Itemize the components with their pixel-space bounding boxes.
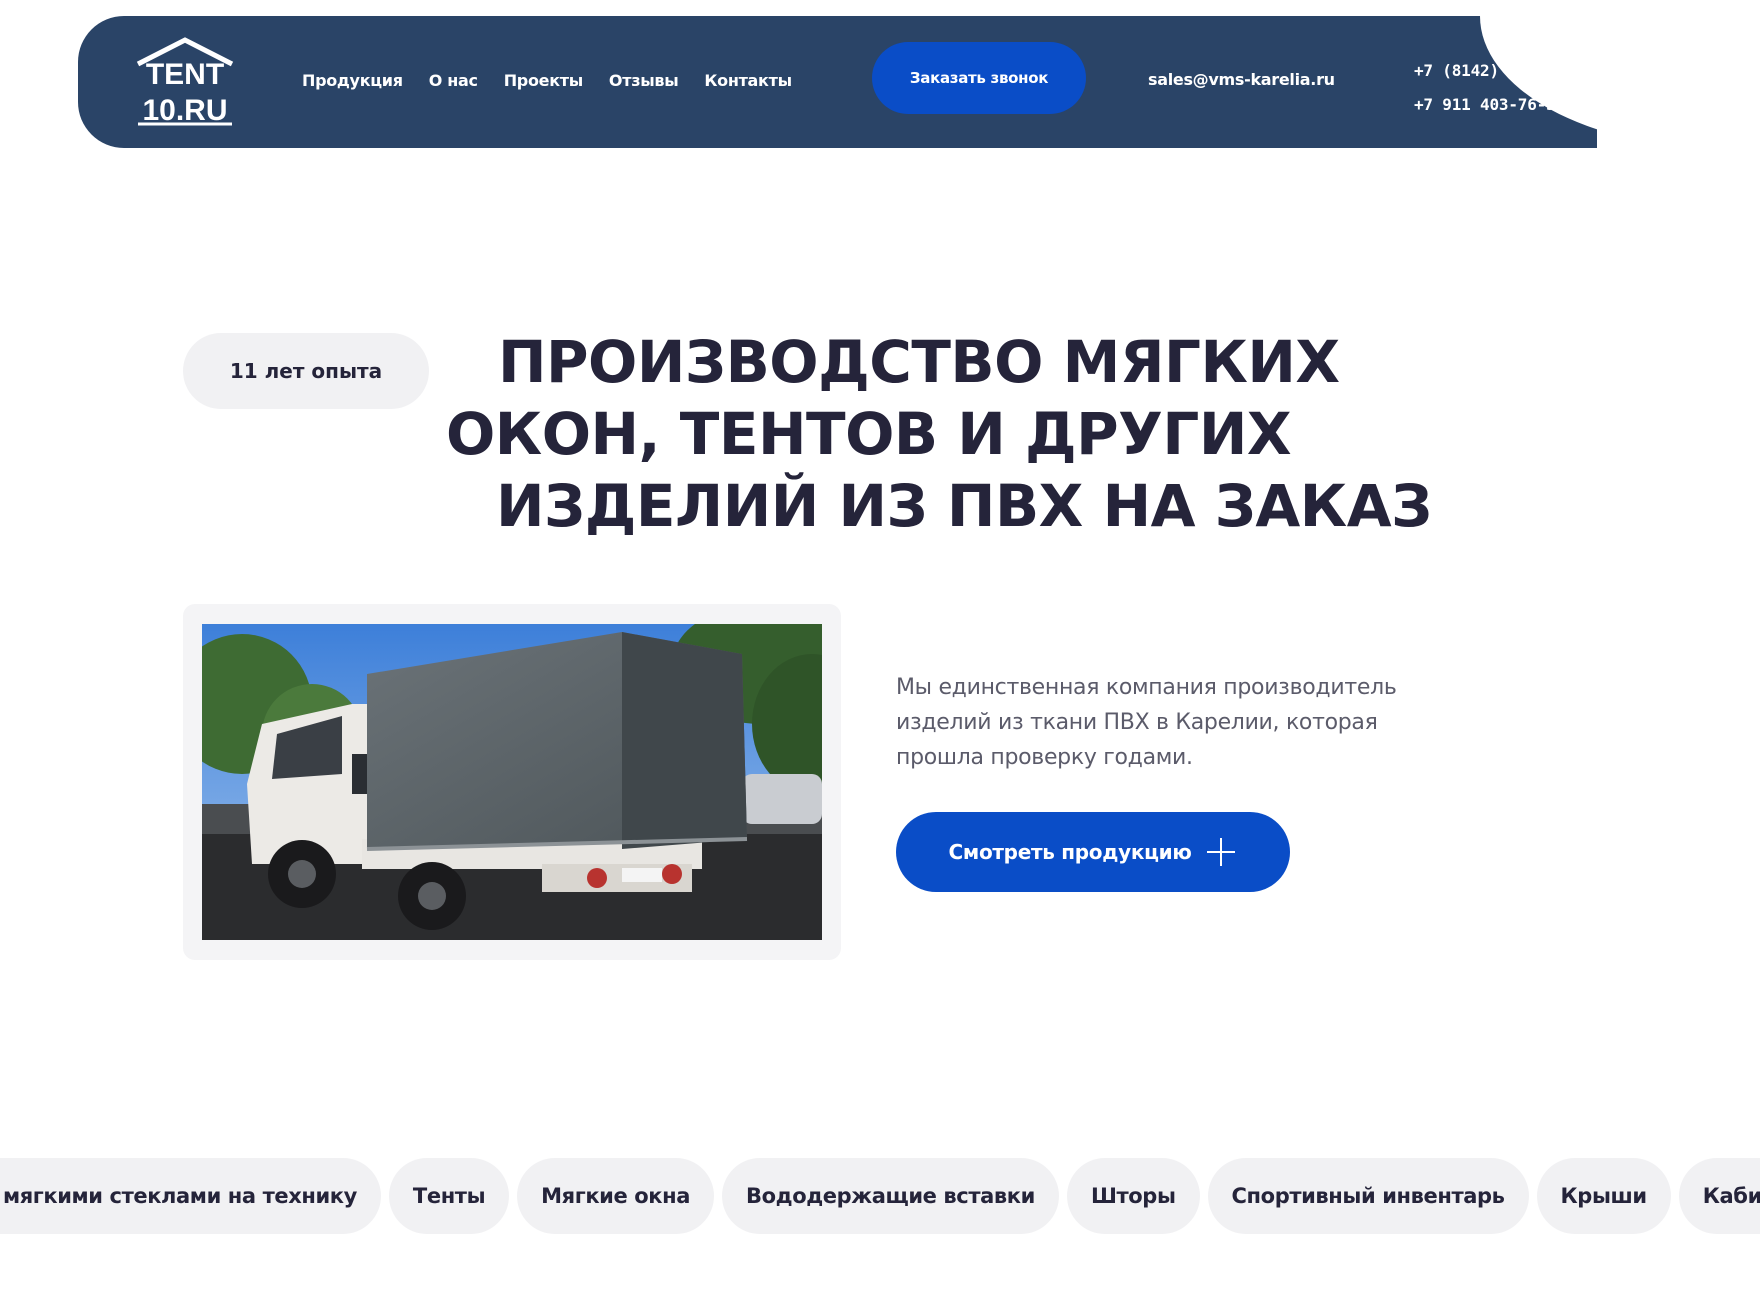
category-chip[interactable]: Вододержащие вставки [722, 1158, 1059, 1234]
header-edge-mask [1597, 0, 1760, 170]
view-products-button[interactable]: Смотреть продукцию [896, 812, 1290, 892]
page: TENT 10.RU Продукция О нас Проекты Отзыв… [0, 0, 1760, 1301]
category-chip[interactable]: Спортивный инвентарь [1207, 1158, 1529, 1234]
title-line-3: ИЗДЕЛИЙ ИЗ ПВХ НА ЗАКАЗ [496, 472, 1432, 540]
nav-products[interactable]: Продукция [302, 71, 403, 90]
category-track: с мягкими стеклами на технику Тенты Мягк… [0, 1158, 1760, 1234]
tent-logo-icon: TENT 10.RU [136, 37, 234, 127]
phone-link-1[interactable]: +7 (8142) 63-76- [1414, 54, 1614, 88]
main-nav: Продукция О нас Проекты Отзывы Контакты [302, 71, 818, 90]
plus-icon [1207, 838, 1236, 866]
nav-contacts[interactable]: Контакты [704, 71, 792, 90]
category-chip[interactable]: Крыши [1536, 1158, 1671, 1234]
truck-photo [202, 624, 822, 940]
phones: +7 (8142) 63-76- +7 911 403-76-5 [1414, 54, 1614, 122]
category-chip[interactable]: Мягкие окна [517, 1158, 715, 1234]
nav-projects[interactable]: Проекты [504, 71, 584, 90]
title-line-1: ПРОИЗВОДСТВО МЯГКИХ [498, 328, 1340, 396]
view-products-label: Смотреть продукцию [948, 840, 1192, 864]
category-chip[interactable]: Кабины с [1678, 1158, 1760, 1234]
order-call-button[interactable]: Заказать звонок [872, 42, 1086, 114]
nav-about[interactable]: О нас [429, 71, 478, 90]
phone-link-2[interactable]: +7 911 403-76-5 [1414, 88, 1614, 122]
category-chip[interactable]: Шторы [1066, 1158, 1200, 1234]
logo[interactable]: TENT 10.RU [132, 36, 238, 128]
truck-with-tent-photo-icon [202, 624, 822, 940]
experience-badge: 11 лет опыта [183, 333, 429, 409]
logo-text-bottom: 10.RU [142, 94, 227, 127]
page-title: ПРОИЗВОДСТВО МЯГКИХ ОКОН, ТЕНТОВ И ДРУГИ… [430, 326, 1432, 542]
category-chip[interactable]: с мягкими стеклами на технику [0, 1158, 381, 1234]
logo-text-top: TENT [146, 58, 224, 91]
email-link[interactable]: sales@vms-karelia.ru [1148, 70, 1335, 89]
title-line-2: ОКОН, ТЕНТОВ И ДРУГИХ [446, 400, 1292, 468]
category-chip[interactable]: Тенты [388, 1158, 510, 1234]
nav-reviews[interactable]: Отзывы [609, 71, 679, 90]
category-strip: с мягкими стеклами на технику Тенты Мягк… [0, 1158, 1760, 1234]
hero-description: Мы единственная компания производитель и… [896, 675, 1397, 770]
